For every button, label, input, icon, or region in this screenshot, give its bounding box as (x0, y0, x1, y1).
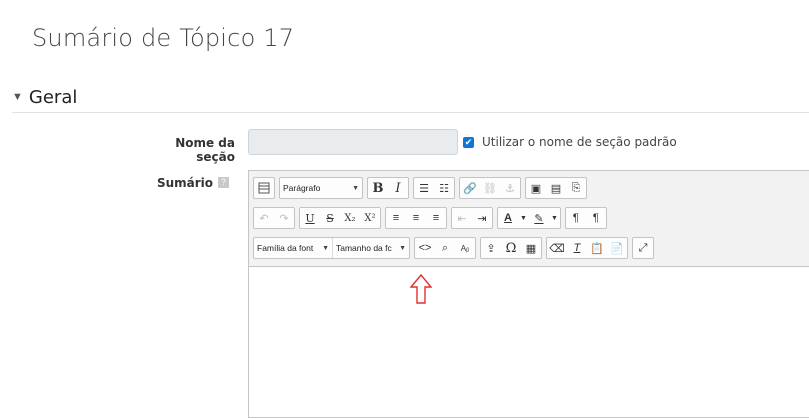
align-center-icon[interactable]: ≡ (406, 208, 426, 228)
font-family-select[interactable]: Família da font ▼ (254, 238, 332, 258)
section-name-label: Nome da seção (175, 136, 235, 164)
toggle-toolbar-icon[interactable] (254, 178, 274, 198)
background-color-icon[interactable]: ✎ (529, 208, 549, 228)
source-code-icon[interactable]: <> (415, 238, 435, 258)
toolbar-row-3: Família da font ▼ Tamanho da fc ▼ <> ⌕ A… (253, 237, 658, 259)
chevron-down-icon: ▼ (322, 244, 329, 252)
chevron-down-icon: ▼ (352, 184, 359, 192)
editor-toolbar: Parágrafo ▼ B I ☰ ☷ 🔗 ⛓ ⚓ ▣ ▤ ⎘ ↶ ↷ U S … (249, 171, 809, 267)
section-name-input[interactable] (248, 129, 458, 155)
default-name-checkbox[interactable]: ✔ (463, 137, 474, 148)
page-title: Sumário de Tópico 17 (32, 24, 295, 52)
font-size-value: Tamanho da fc (336, 243, 392, 253)
collapse-caret-icon[interactable]: ▼ (12, 91, 23, 103)
toolbar-row-1: Parágrafo ▼ B I ☰ ☷ 🔗 ⛓ ⚓ ▣ ▤ ⎘ (253, 177, 591, 199)
align-left-icon[interactable]: ≡ (386, 208, 406, 228)
outdent-icon[interactable]: ⇤ (452, 208, 472, 228)
paragraph-format-select[interactable]: Parágrafo ▼ (280, 178, 362, 198)
link-icon[interactable]: 🔗 (460, 178, 480, 198)
paste-word-icon[interactable]: 📄 (607, 238, 627, 258)
table-icon[interactable]: ▦ (521, 238, 541, 258)
insert-file-icon[interactable]: ⇪ (481, 238, 501, 258)
eraser-icon[interactable]: ⌫ (547, 238, 567, 258)
rtl-icon[interactable]: ¶ (586, 208, 606, 228)
default-name-checkbox-label[interactable]: Utilizar o nome de seção padrão (482, 135, 677, 149)
special-character-icon[interactable]: Ω (501, 238, 521, 258)
ltr-icon[interactable]: ¶ (566, 208, 586, 228)
rich-text-editor[interactable]: Parágrafo ▼ B I ☰ ☷ 🔗 ⛓ ⚓ ▣ ▤ ⎘ ↶ ↷ U S … (248, 170, 809, 418)
summary-label: Sumário (156, 176, 213, 190)
case-change-icon[interactable]: Aᵦ (455, 238, 475, 258)
subscript-button[interactable]: X₂ (340, 208, 360, 228)
search-replace-icon[interactable]: ⌕ (435, 238, 455, 258)
anchor-icon[interactable]: ⚓ (500, 178, 520, 198)
strikethrough-button[interactable]: S (320, 208, 340, 228)
indent-icon[interactable]: ⇥ (472, 208, 492, 228)
paragraph-format-value: Parágrafo (283, 183, 321, 193)
chevron-down-icon: ▼ (399, 244, 406, 252)
section-header-geral[interactable]: ▼ Geral (12, 82, 809, 113)
chevron-down-icon[interactable]: ▼ (518, 208, 529, 228)
toolbar-row-2: ↶ ↷ U S X₂ X² ≡ ≡ ≡ ⇤ ⇥ A ▼ ✎ ▼ ¶ ¶ (253, 207, 611, 229)
chevron-down-icon[interactable]: ▼ (549, 208, 560, 228)
font-size-select[interactable]: Tamanho da fc ▼ (333, 238, 409, 258)
media-icon[interactable]: ▤ (546, 178, 566, 198)
help-icon[interactable]: ? (218, 177, 229, 188)
paste-text-icon[interactable]: 📋 (587, 238, 607, 258)
text-color-icon[interactable]: A (498, 208, 518, 228)
underline-button[interactable]: U (300, 208, 320, 228)
fullscreen-icon[interactable]: ⤢ (633, 238, 653, 258)
section-label: Geral (28, 86, 78, 108)
align-right-icon[interactable]: ≡ (426, 208, 446, 228)
annotation-up-arrow-icon (410, 274, 432, 304)
font-family-value: Família da font (257, 243, 314, 253)
bullet-list-icon[interactable]: ☰ (414, 178, 434, 198)
unlink-icon[interactable]: ⛓ (480, 178, 500, 198)
undo-icon[interactable]: ↶ (254, 208, 274, 228)
numbered-list-icon[interactable]: ☷ (434, 178, 454, 198)
superscript-button[interactable]: X² (360, 208, 380, 228)
manage-files-icon[interactable]: ⎘ (566, 178, 586, 198)
bold-button[interactable]: B (368, 178, 388, 198)
clear-formatting-icon[interactable]: T (567, 238, 587, 258)
redo-icon[interactable]: ↷ (274, 208, 294, 228)
italic-button[interactable]: I (388, 178, 408, 198)
image-icon[interactable]: ▣ (526, 178, 546, 198)
